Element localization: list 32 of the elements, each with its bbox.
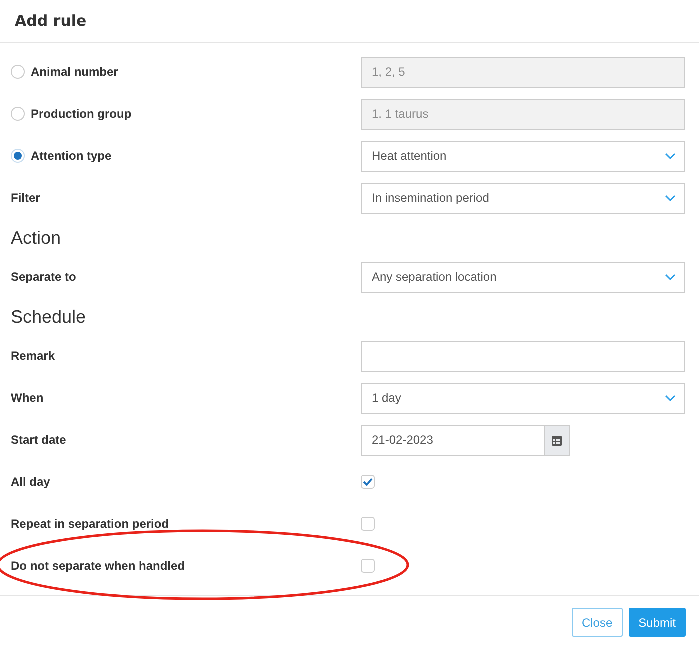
dropdown[interactable]: Heat attention	[361, 140, 685, 172]
chevron-down-icon	[665, 394, 676, 402]
field-label: Do not separate when handled	[11, 559, 186, 573]
field-label: Start date	[11, 433, 66, 447]
checkbox[interactable]	[361, 559, 375, 573]
field-label: Separate to	[11, 270, 76, 284]
field-label: Production group	[31, 107, 132, 121]
radio-button[interactable]	[11, 107, 25, 121]
chevron-down-icon	[665, 152, 676, 160]
field-label: Remark	[11, 349, 56, 363]
dropdown[interactable]: In insemination period	[361, 182, 685, 214]
field-label: Attention type	[31, 149, 112, 163]
chevron-down-icon	[665, 194, 676, 202]
calendar-icon	[552, 434, 562, 446]
checkbox[interactable]	[361, 475, 375, 489]
chevron-down-icon	[665, 274, 676, 280]
calendar-button[interactable]	[545, 424, 570, 456]
field-label: When	[11, 391, 44, 405]
checkbox[interactable]	[361, 517, 375, 531]
dropdown[interactable]: 1 day	[361, 382, 685, 414]
dropdown[interactable]: Any separation location	[361, 262, 685, 292]
radio-button[interactable]	[11, 149, 25, 163]
radio-button[interactable]	[11, 65, 25, 79]
field-label: Filter	[11, 191, 40, 205]
field-label: Animal number	[31, 65, 118, 79]
section-heading: Schedule	[11, 306, 88, 329]
field-label: Repeat in separation period	[11, 517, 170, 531]
field-label: All day	[11, 475, 50, 489]
section-heading: Action	[11, 227, 62, 250]
text-field[interactable]	[361, 340, 685, 372]
dialog-title: Add rule	[15, 12, 87, 30]
date-field[interactable]: 21-02-2023	[361, 424, 545, 456]
